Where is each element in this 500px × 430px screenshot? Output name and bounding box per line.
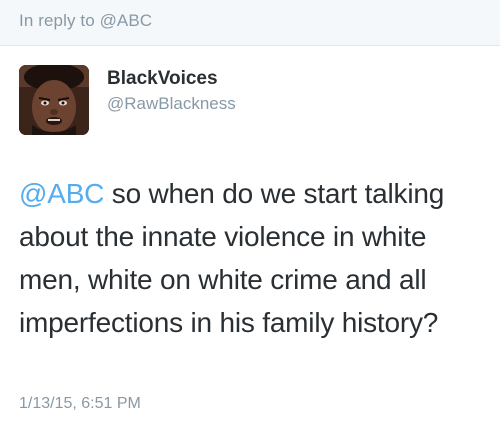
mention-link[interactable]: @ABC — [19, 178, 104, 209]
author-display-name[interactable]: BlackVoices — [107, 68, 218, 90]
reply-context-text[interactable]: In reply to @ABC — [19, 11, 152, 31]
author-handle[interactable]: @RawBlackness — [107, 94, 236, 114]
tweet-text: @ABC so when do we start talking about t… — [19, 172, 489, 344]
tweet-timestamp[interactable]: 1/13/15, 6:51 PM — [19, 395, 141, 413]
reply-context-bar[interactable]: In reply to @ABC — [0, 0, 500, 46]
user-avatar-photo-icon — [19, 65, 89, 135]
avatar[interactable] — [19, 65, 89, 135]
